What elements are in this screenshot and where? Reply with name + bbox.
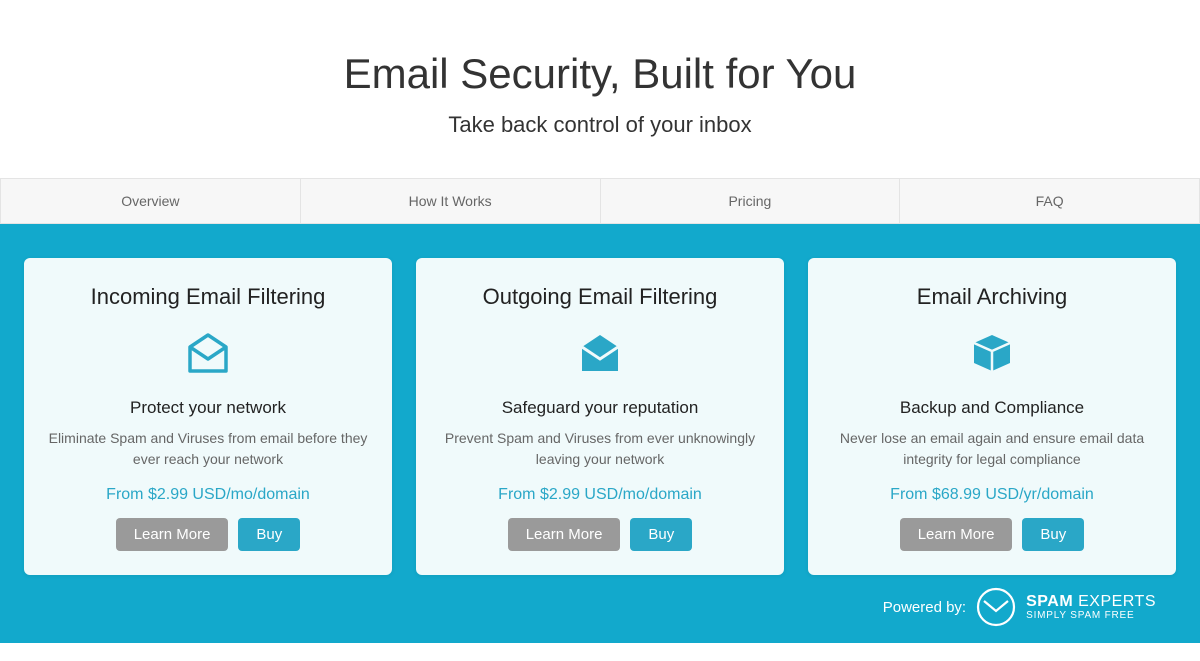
content-section: Incoming Email Filtering Protect your ne… xyxy=(0,224,1200,643)
card-subtitle: Safeguard your reputation xyxy=(438,398,762,418)
card-buttons: Learn More Buy xyxy=(830,518,1154,551)
learn-more-button[interactable]: Learn More xyxy=(900,518,1013,551)
cards-row: Incoming Email Filtering Protect your ne… xyxy=(24,258,1176,575)
hero-section: Email Security, Built for You Take back … xyxy=(0,0,1200,178)
learn-more-button[interactable]: Learn More xyxy=(116,518,229,551)
card-price: From $68.99 USD/yr/domain xyxy=(830,486,1154,504)
card-description: Eliminate Spam and Viruses from email be… xyxy=(46,428,370,470)
tab-how-it-works[interactable]: How It Works xyxy=(300,179,600,223)
card-subtitle: Protect your network xyxy=(46,398,370,418)
spam-experts-logo: SPAM EXPERTS SIMPLY SPAM FREE xyxy=(976,587,1156,627)
brand-tagline: SIMPLY SPAM FREE xyxy=(1026,610,1156,621)
box-cube-icon xyxy=(830,324,1154,382)
card-subtitle: Backup and Compliance xyxy=(830,398,1154,418)
tab-pricing[interactable]: Pricing xyxy=(600,179,900,223)
buy-button[interactable]: Buy xyxy=(1022,518,1084,551)
card-incoming-filtering: Incoming Email Filtering Protect your ne… xyxy=(24,258,392,575)
card-description: Prevent Spam and Viruses from ever unkno… xyxy=(438,428,762,470)
tab-faq[interactable]: FAQ xyxy=(899,179,1200,223)
hero-subtitle: Take back control of your inbox xyxy=(20,112,1180,138)
buy-button[interactable]: Buy xyxy=(630,518,692,551)
card-price: From $2.99 USD/mo/domain xyxy=(46,486,370,504)
hero-title: Email Security, Built for You xyxy=(20,50,1180,98)
learn-more-button[interactable]: Learn More xyxy=(508,518,621,551)
card-price: From $2.99 USD/mo/domain xyxy=(438,486,762,504)
envelope-filled-icon xyxy=(438,324,762,382)
card-description: Never lose an email again and ensure ema… xyxy=(830,428,1154,470)
card-buttons: Learn More Buy xyxy=(46,518,370,551)
card-title: Email Archiving xyxy=(830,284,1154,310)
card-title: Outgoing Email Filtering xyxy=(438,284,762,310)
brand-name: SPAM EXPERTS xyxy=(1026,593,1156,611)
card-title: Incoming Email Filtering xyxy=(46,284,370,310)
footer-section: Powered by: SPAM EXPERTS SIMPLY SPAM FRE… xyxy=(24,575,1176,629)
card-email-archiving: Email Archiving Backup and Compliance Ne… xyxy=(808,258,1176,575)
powered-by-label: Powered by: xyxy=(883,599,966,616)
tab-nav: Overview How It Works Pricing FAQ xyxy=(0,178,1200,224)
envelope-open-outline-icon xyxy=(46,324,370,382)
tab-overview[interactable]: Overview xyxy=(0,179,300,223)
logo-text: SPAM EXPERTS SIMPLY SPAM FREE xyxy=(1026,593,1156,622)
buy-button[interactable]: Buy xyxy=(238,518,300,551)
envelope-circle-icon xyxy=(976,587,1016,627)
card-buttons: Learn More Buy xyxy=(438,518,762,551)
card-outgoing-filtering: Outgoing Email Filtering Safeguard your … xyxy=(416,258,784,575)
